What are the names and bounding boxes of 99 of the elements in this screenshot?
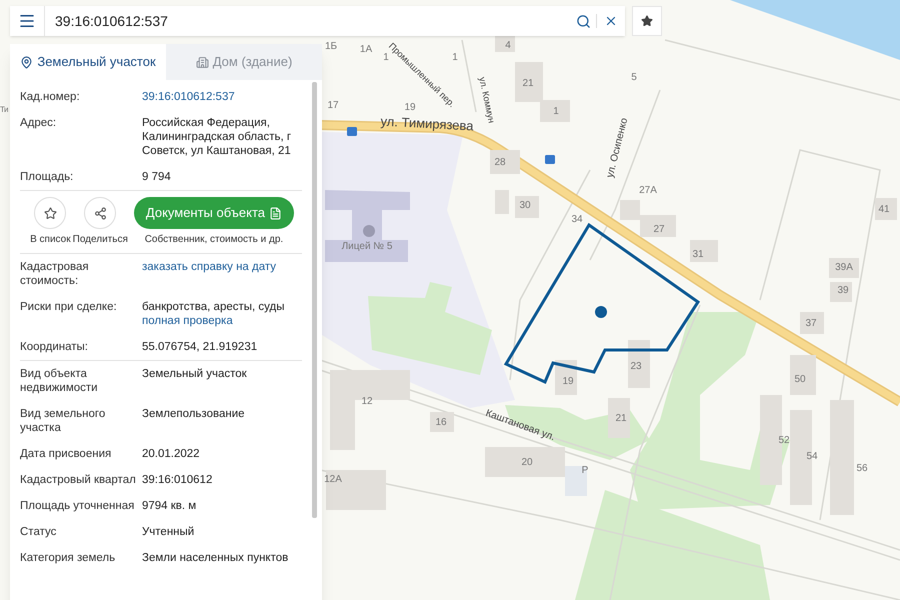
map-label: P	[582, 464, 588, 478]
field-label: Площадь:	[20, 170, 74, 184]
map-label: 20	[521, 456, 533, 470]
building	[875, 198, 897, 220]
building	[628, 340, 650, 388]
field-label: Статус	[20, 525, 58, 539]
map-label: 1А	[360, 43, 372, 57]
building-icon	[196, 56, 209, 68]
documents-caption: Собственник, стоимость и др.	[144, 233, 284, 247]
map-label: 21	[522, 77, 534, 91]
field-value: Российская Федерация, Калининградская область, г Советск, ул Каштановая, 21	[142, 116, 292, 158]
plot-marker[interactable]	[595, 306, 607, 318]
field-label: Кадастровая стоимость:	[20, 260, 90, 288]
map-label: 27А	[639, 184, 657, 198]
field-label: Кад.номер:	[20, 90, 81, 104]
field-label: Координаты:	[20, 340, 89, 354]
field-label: Кадастровый квартал	[20, 473, 137, 487]
field-value: Земельный участок	[142, 367, 247, 381]
share-icon	[94, 206, 107, 220]
map-label: Ти	[0, 104, 8, 116]
map-label: 39	[837, 284, 849, 298]
map-label: 30	[519, 199, 531, 213]
street-label: ул. Тимирязева	[380, 114, 474, 134]
menu-icon	[18, 12, 36, 30]
field-value: 20.01.2022	[142, 447, 200, 461]
field-value: Учтенный	[142, 525, 194, 539]
document-icon	[269, 206, 282, 220]
map-label: 54	[806, 450, 818, 464]
field-value: Земли населенных пунктов	[142, 551, 288, 565]
map-label: 1	[553, 105, 559, 119]
building	[490, 150, 520, 174]
map-label: 50	[794, 373, 806, 387]
field-value: банкротства, аресты, суды	[142, 300, 285, 314]
field-label: Площадь уточненная	[20, 499, 136, 513]
map-label: 1Б	[324, 40, 338, 54]
field-label: Вид земельного участка	[20, 407, 106, 435]
star-icon	[44, 206, 57, 220]
field-label: Вид объекта недвижимости	[20, 367, 99, 395]
street-label: ул. Коммун	[476, 76, 498, 124]
action-caption: Поделиться	[72, 233, 128, 247]
map-label: 56	[856, 462, 868, 476]
map-label: 19	[562, 375, 574, 389]
close-icon	[604, 14, 618, 28]
building	[829, 258, 859, 278]
building	[790, 355, 816, 395]
building	[555, 360, 577, 395]
field-link[interactable]: 39:16:010612:537	[142, 90, 235, 104]
field-link[interactable]: полная проверка	[142, 314, 233, 328]
map-label: 12	[361, 395, 373, 409]
map-label: 17	[327, 99, 339, 113]
school-icon	[363, 225, 375, 237]
bookmark-button[interactable]	[632, 6, 662, 36]
building	[430, 412, 454, 432]
map-label: 5	[631, 71, 637, 85]
field-value: 55.076754, 21.919231	[142, 340, 258, 354]
field-value: 39:16:010612	[142, 473, 212, 487]
field-value: 9794 кв. м	[142, 499, 196, 513]
field-label: Адрес:	[20, 116, 58, 131]
favorite-button[interactable]	[34, 197, 66, 229]
map-label: 19	[404, 101, 416, 115]
map-label: 34	[571, 213, 583, 227]
tab[interactable]: Земельный участок	[10, 44, 166, 80]
map-label: 23	[630, 360, 642, 374]
building	[608, 398, 630, 438]
map-label: 16	[435, 416, 447, 430]
map-label: 52	[778, 434, 790, 448]
star-icon	[641, 15, 653, 27]
field-label: Категория земель	[20, 551, 116, 565]
field-label: Риски при сделке:	[20, 300, 118, 315]
documents-button[interactable]: Документы объекта	[134, 197, 294, 229]
building	[495, 190, 509, 214]
building	[690, 240, 718, 262]
map-label: 12А	[324, 473, 342, 487]
field-value: Землепользование	[142, 407, 245, 421]
map-label: 27	[653, 223, 665, 237]
action-caption: В список	[30, 233, 71, 247]
map-label: 1	[452, 51, 458, 65]
map-pin-icon	[20, 56, 34, 68]
map-label: 1	[383, 52, 389, 63]
map-label: 28	[494, 156, 506, 170]
street-label: ул. Осипенко	[604, 116, 632, 180]
search-icon	[576, 14, 591, 28]
building	[515, 196, 539, 218]
field-link[interactable]: заказать справку на дату	[142, 260, 276, 274]
map-label: 21	[615, 412, 627, 426]
building	[800, 312, 824, 334]
map-label: 37	[805, 317, 817, 331]
field-label: Дата присвоения	[20, 447, 112, 461]
field-value: 9 794	[142, 170, 171, 184]
map-label: Лицей № 5	[342, 240, 392, 254]
map-label: 31	[692, 248, 704, 262]
parking-area	[565, 466, 587, 496]
map-label: 39А	[835, 261, 853, 275]
map-label: 41	[878, 203, 890, 217]
share-button[interactable]	[84, 197, 116, 229]
building	[326, 470, 386, 510]
scrollbar[interactable]	[312, 82, 317, 518]
building	[830, 282, 852, 302]
map-label: 4	[505, 39, 511, 53]
